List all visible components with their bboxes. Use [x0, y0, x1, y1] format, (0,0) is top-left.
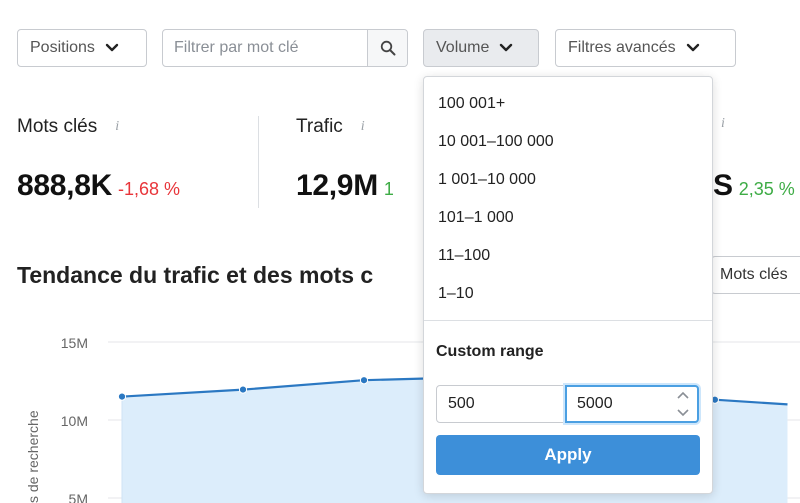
- chevron-down-icon: [105, 43, 119, 53]
- number-spinner[interactable]: [676, 391, 690, 417]
- volume-option[interactable]: 101–1 000: [438, 209, 514, 227]
- keyword-search-box: [162, 29, 408, 67]
- metric-traffic-label: Trafic: [296, 116, 343, 137]
- info-icon[interactable]: i: [361, 119, 365, 135]
- series-selector-button[interactable]: Mots clés: [711, 256, 800, 294]
- y-tick-label: 10M: [61, 413, 88, 429]
- series-selector-label: Mots clés: [720, 266, 788, 283]
- metric-traffic-value: 12,9M: [296, 169, 378, 202]
- metric-keywords-change: -1,68 %: [117, 179, 180, 199]
- search-icon: [380, 40, 395, 56]
- metric-keywords-value: 888,8K: [17, 169, 112, 202]
- metric-traffic-change: 1: [383, 179, 394, 199]
- custom-range-label: Custom range: [436, 343, 544, 360]
- metric-keywords-label: Mots clés: [17, 116, 98, 137]
- y-tick-label: 5M: [69, 491, 88, 503]
- chart-point[interactable]: [117, 392, 127, 401]
- positions-filter-label: Positions: [30, 39, 95, 56]
- metric-third-change: 2,35 %: [738, 179, 795, 199]
- volume-filter-button[interactable]: Volume: [423, 29, 539, 67]
- volume-option[interactable]: 11–100: [438, 247, 490, 265]
- apply-button[interactable]: Apply: [436, 435, 700, 475]
- chevron-down-icon: [499, 43, 513, 53]
- advanced-filters-label: Filtres avancés: [568, 39, 676, 56]
- volume-filter-label: Volume: [436, 39, 490, 56]
- metric-third: i S 2,35 %: [713, 116, 795, 202]
- advanced-filters-button[interactable]: Filtres avancés: [555, 29, 736, 67]
- volume-option[interactable]: 10 001–100 000: [438, 133, 554, 151]
- dropdown-divider: [424, 320, 712, 321]
- metric-divider: [258, 116, 259, 208]
- keyword-search-input[interactable]: [163, 30, 367, 66]
- chart-point[interactable]: [359, 376, 369, 385]
- volume-option[interactable]: 100 001+: [438, 95, 505, 113]
- y-axis-label: s de recherche: [25, 410, 41, 503]
- metric-traffic: Trafic i 12,9M 1: [296, 116, 394, 202]
- metric-third-value: S: [713, 169, 733, 202]
- volume-option[interactable]: 1 001–10 000: [438, 171, 536, 189]
- info-icon[interactable]: i: [115, 119, 119, 135]
- volume-dropdown: 100 001+ 10 001–100 000 1 001–10 000 101…: [423, 76, 713, 494]
- chart-point[interactable]: [238, 385, 248, 394]
- volume-option[interactable]: 1–10: [438, 285, 474, 303]
- chart-section-title: Tendance du trafic et des mots c: [17, 262, 374, 288]
- search-button[interactable]: [367, 30, 407, 66]
- spinner-up-icon[interactable]: [677, 391, 689, 399]
- positions-filter-button[interactable]: Positions: [17, 29, 147, 67]
- spinner-down-icon[interactable]: [677, 409, 689, 417]
- chevron-down-icon: [686, 43, 700, 53]
- y-tick-label: 15M: [61, 335, 88, 351]
- info-icon[interactable]: i: [721, 116, 725, 132]
- metric-keywords: Mots clés i 888,8K -1,68 %: [17, 116, 180, 202]
- range-min-input[interactable]: [436, 385, 566, 423]
